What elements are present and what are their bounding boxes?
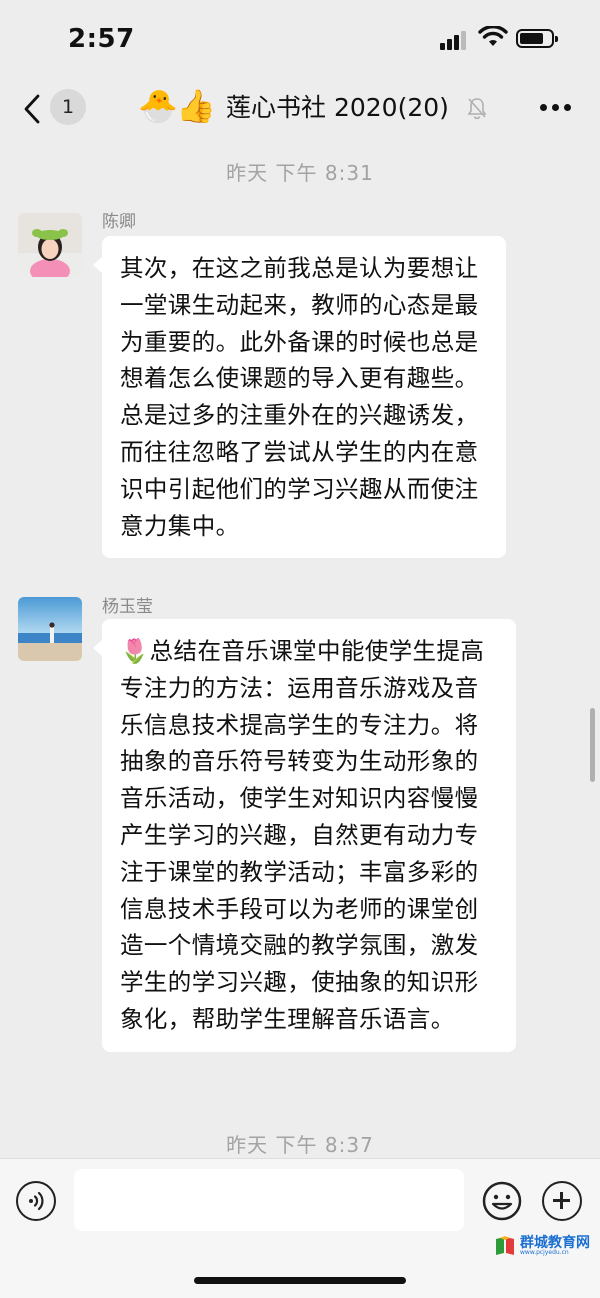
message-timestamp: 昨天 下午 8:31 [226, 161, 374, 185]
more-options-icon[interactable] [540, 104, 572, 112]
message-input[interactable] [74, 1169, 464, 1231]
message-text: 🌷总结在音乐课堂中能使学生提高专注力的方法：运用音乐游戏及音乐信息技术提高学生的… [120, 637, 485, 1033]
chat-title: 莲心书社 2020(20) [226, 93, 449, 122]
watermark-url: www.pcjyedu.cn [520, 1249, 569, 1256]
voice-input-icon[interactable] [16, 1181, 56, 1221]
thumbs-up-emoji-icon: 👍 [176, 87, 216, 125]
scrollbar-thumb[interactable] [590, 708, 595, 782]
avatar[interactable] [18, 213, 82, 277]
cellular-signal-icon [440, 30, 470, 50]
battery-icon [516, 29, 558, 48]
book-logo-icon [496, 1236, 514, 1255]
status-bar: 2:57 [0, 0, 600, 80]
message-text: 其次，在这之前我总是认为要想让一堂课生动起来，教师的心态是最为重要的。此外备课的… [120, 254, 479, 540]
unread-count-badge[interactable]: 1 [50, 89, 86, 125]
input-bar [0, 1158, 600, 1298]
sender-name: 杨玉莹 [102, 597, 153, 617]
avatar[interactable] [18, 597, 82, 661]
add-attachment-icon[interactable] [542, 1181, 582, 1221]
sender-name: 陈卿 [102, 212, 136, 232]
watermark: 群城教育网 www.pcjyedu.cn [494, 1232, 590, 1258]
wifi-icon [478, 26, 508, 46]
message-bubble[interactable]: 🌷总结在音乐课堂中能使学生提高专注力的方法：运用音乐游戏及音乐信息技术提高学生的… [93, 619, 516, 1052]
home-indicator[interactable] [194, 1277, 406, 1284]
back-arrow-icon[interactable] [20, 92, 44, 126]
message-bubble[interactable]: 其次，在这之前我总是认为要想让一堂课生动起来，教师的心态是最为重要的。此外备课的… [93, 236, 506, 559]
emoji-icon[interactable] [482, 1181, 522, 1221]
message-timestamp: 昨天 下午 8:37 [226, 1133, 374, 1157]
chick-emoji-icon: 🐣 [138, 87, 178, 125]
chat-header: 1 🐣 👍 莲心书社 2020(20) [0, 80, 600, 140]
mute-bell-icon [467, 98, 487, 120]
status-time: 2:57 [68, 24, 135, 54]
